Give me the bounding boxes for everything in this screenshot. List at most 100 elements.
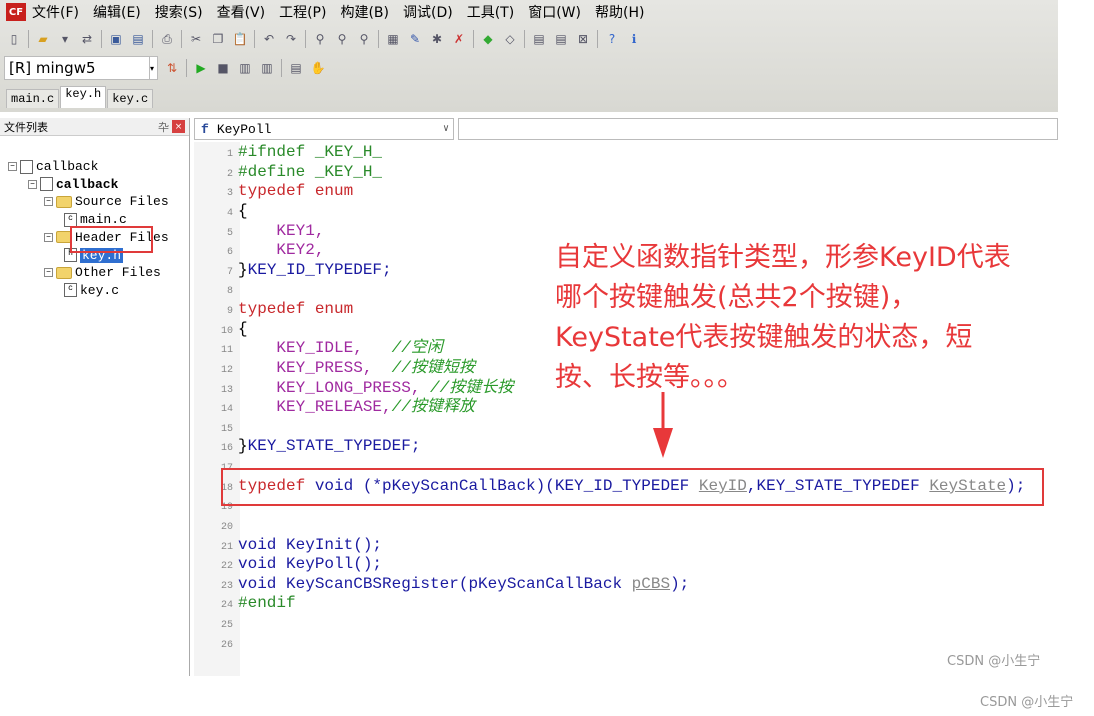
tab-key-c[interactable]: key.c <box>107 89 154 108</box>
forward-icon[interactable]: ◇ <box>502 31 518 47</box>
help-icon[interactable]: ? <box>604 31 620 47</box>
pin-icon[interactable]: 卆 <box>158 119 169 135</box>
tree-item[interactable]: c key.c <box>64 282 119 299</box>
code-token: pCBS <box>631 574 671 593</box>
code-line[interactable]: 21 void KeyInit(); <box>194 536 1025 556</box>
dropdown-icon[interactable]: ▾ <box>57 31 73 47</box>
save-icon[interactable]: ▣ <box>108 31 124 47</box>
replace-icon[interactable]: ⚲ <box>356 31 372 47</box>
tree-item[interactable]: − callback <box>8 158 98 175</box>
watermark: CSDN @小生宁 <box>947 654 1041 669</box>
doc-next-icon[interactable]: ▤ <box>553 31 569 47</box>
find-icon[interactable]: ⚲ <box>312 31 328 47</box>
file-tabs: main.c key.h key.c <box>6 86 154 108</box>
code-line[interactable]: 3 typedef enum <box>194 182 1025 202</box>
collapse-icon[interactable]: − <box>44 232 53 242</box>
hand-icon[interactable]: ✋ <box>310 60 326 76</box>
code-token: KEY_PRESS, <box>238 358 392 377</box>
code-line[interactable]: 1 #ifndef _KEY_H_ <box>194 143 1025 163</box>
code-token: //按键长按 <box>430 378 514 397</box>
code-line[interactable]: 23 void KeyScanCBSRegister(pKeyScanCallBa… <box>194 575 1025 595</box>
open-folder-icon[interactable]: ▰ <box>35 31 51 47</box>
menu-item[interactable]: 窗口(W) <box>528 2 581 22</box>
paste-icon[interactable]: 📋 <box>232 31 248 47</box>
chevron-down-icon[interactable]: ▾ <box>149 57 157 79</box>
code-line[interactable]: 15 <box>194 418 1025 438</box>
stop-icon[interactable]: ■ <box>215 60 231 76</box>
doc-close-icon[interactable]: ⊠ <box>575 31 591 47</box>
build-icon[interactable]: ✎ <box>407 31 423 47</box>
code-line[interactable]: 24 #endif <box>194 594 1025 614</box>
redo-icon[interactable]: ↷ <box>283 31 299 47</box>
code-line[interactable]: 16}KEY_STATE_TYPEDEF; <box>194 437 1025 457</box>
menu-item[interactable]: 构建(B) <box>340 2 389 22</box>
code-line[interactable]: 14 KEY_RELEASE,//按键释放 <box>194 398 1025 418</box>
menu-item[interactable]: 文件(F) <box>32 2 79 22</box>
function-select[interactable]: f KeyPoll ∨ <box>194 118 454 140</box>
menu-item[interactable]: 帮助(H) <box>595 2 644 22</box>
compiler-select[interactable]: [R] mingw5 ▾ <box>4 56 158 80</box>
menu-item[interactable]: 调试(D) <box>403 2 453 22</box>
collapse-icon[interactable]: − <box>8 162 17 171</box>
code-line[interactable]: 2 #define _KEY_H_ <box>194 163 1025 183</box>
link-icon[interactable]: ▥ <box>259 60 275 76</box>
tree-item[interactable]: − callback <box>28 176 118 193</box>
code-token: { <box>238 201 248 220</box>
code-token: KEY1, <box>238 221 325 240</box>
cut-icon[interactable]: ✂ <box>188 31 204 47</box>
doc-icon[interactable]: ▤ <box>531 31 547 47</box>
collapse-icon[interactable]: − <box>44 197 53 207</box>
tree-item[interactable]: − Other Files <box>44 264 161 281</box>
menu-item[interactable]: 搜索(S) <box>155 2 203 22</box>
code-line[interactable]: 25 <box>194 614 1025 634</box>
code-line[interactable]: 4{ <box>194 202 1025 222</box>
code-text[interactable]: 1 #ifndef _KEY_H_ 2 #define _KEY_H_ 3 typedef… <box>194 143 1025 653</box>
menu-item[interactable]: 查看(V) <box>217 2 266 22</box>
bookmark-icon[interactable]: ▦ <box>385 31 401 47</box>
compile-icon[interactable]: ▥ <box>237 60 253 76</box>
copy-icon[interactable]: ❐ <box>210 31 226 47</box>
chevron-down-icon[interactable]: ∨ <box>443 123 449 135</box>
standard-toolbar: ▯ ▰ ▾ ⇄ ▣ ▤ ⎙ ✂ ❐ 📋 ↶ ↷ ⚲ ⚲ ⚲ ▦ ✎ ✱ ✗ ◆ ◇… <box>6 27 642 51</box>
close-icon[interactable]: × <box>172 120 185 133</box>
code-token: KEY2, <box>238 241 325 260</box>
import-icon[interactable]: ⇄ <box>79 31 95 47</box>
clean-icon[interactable]: ✗ <box>451 31 467 47</box>
debug-icon[interactable]: ▤ <box>288 60 304 76</box>
tab-key-h[interactable]: key.h <box>60 86 107 108</box>
rebuild-icon[interactable]: ✱ <box>429 31 445 47</box>
annotation-line: 按、长按等。。。 <box>555 362 744 393</box>
code-token: KEY_STATE_TYPEDEF; <box>247 437 421 456</box>
symbol-select[interactable] <box>458 118 1058 140</box>
code-token: void KeyInit(); <box>238 535 383 554</box>
code-line[interactable]: 22 void KeyPoll(); <box>194 555 1025 575</box>
tree-item-label: Other Files <box>75 265 161 281</box>
arrow-down-icon <box>653 392 673 458</box>
highlight-box <box>221 468 1044 506</box>
save-all-icon[interactable]: ▤ <box>130 31 146 47</box>
back-icon[interactable]: ◆ <box>480 31 496 47</box>
code-token: KEY_ID_TYPEDEF; <box>247 260 392 279</box>
code-line[interactable]: 26 <box>194 634 1025 654</box>
code-token: void KeyScanCBSRegister(pKeyScanCallBack <box>238 574 632 593</box>
undo-icon[interactable]: ↶ <box>261 31 277 47</box>
tree-item[interactable]: − Source Files <box>44 193 169 210</box>
menu-item[interactable]: 编辑(E) <box>93 2 141 22</box>
code-token: //空闲 <box>391 339 443 358</box>
print-icon[interactable]: ⎙ <box>159 31 175 47</box>
tree-item-label: main.c <box>80 212 127 228</box>
run-icon[interactable]: ▶ <box>193 60 209 76</box>
collapse-icon[interactable]: − <box>44 268 53 278</box>
code-line[interactable]: 20 <box>194 516 1025 536</box>
new-file-icon[interactable]: ▯ <box>6 31 22 47</box>
find-next-icon[interactable]: ⚲ <box>334 31 350 47</box>
code-token: #ifndef _KEY_H_ <box>238 143 383 161</box>
menu-item[interactable]: 工程(P) <box>279 2 326 22</box>
tab-main-c[interactable]: main.c <box>6 89 60 108</box>
panel-header: 文件列表 卆 × <box>0 118 189 136</box>
collapse-icon[interactable]: − <box>28 179 37 189</box>
menu-item[interactable]: 工具(T) <box>467 2 514 22</box>
switch-compiler-icon[interactable]: ⇅ <box>164 60 180 76</box>
app-logo: CF <box>6 3 26 21</box>
info-icon[interactable]: ℹ <box>626 31 642 47</box>
